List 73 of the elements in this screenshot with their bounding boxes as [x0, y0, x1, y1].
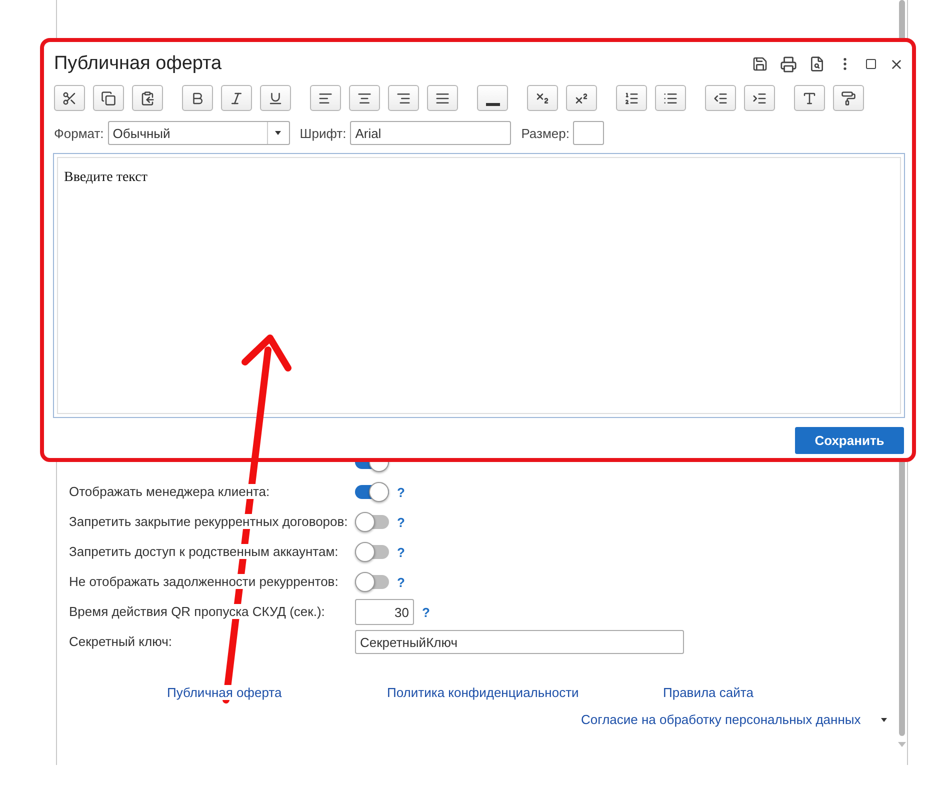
cut-button[interactable] — [54, 85, 85, 111]
italic-button[interactable] — [221, 85, 252, 111]
consent-link[interactable]: Согласие на обработку персональных данных — [581, 712, 861, 727]
maximize-icon[interactable] — [865, 58, 877, 70]
bold-button[interactable] — [182, 85, 213, 111]
setting-label: Запретить закрытие рекуррентных договоров: — [69, 514, 348, 529]
toggle-switch[interactable] — [355, 515, 389, 529]
setting-label: Время действия QR пропуска СКУД (сек.): — [69, 604, 325, 619]
paint-roller-icon — [841, 90, 856, 106]
subscript-icon — [535, 90, 550, 106]
copy-icon — [101, 90, 116, 106]
align-center-icon — [357, 90, 372, 106]
format-select[interactable]: Обычный — [108, 121, 290, 145]
copy-button[interactable] — [93, 85, 124, 111]
underline-icon — [268, 90, 283, 106]
toggle-switch[interactable] — [355, 485, 389, 499]
preview-icon[interactable] — [809, 56, 825, 72]
help-link[interactable]: ? — [422, 604, 430, 620]
align-right-button[interactable] — [388, 85, 419, 111]
font-label: Шрифт: — [300, 126, 346, 140]
save-icon[interactable] — [752, 56, 768, 72]
toggle-switch[interactable] — [355, 545, 389, 559]
setting-label: Запретить доступ к родственным аккаунтам: — [69, 544, 338, 559]
footer-link[interactable]: Правила сайта — [663, 685, 754, 700]
text-editor[interactable]: Введите текст — [53, 153, 905, 418]
format-paint-button[interactable] — [833, 85, 864, 111]
footer-link[interactable]: Публичная оферта — [167, 685, 282, 700]
help-link[interactable]: ? — [397, 484, 405, 500]
italic-icon — [229, 90, 244, 106]
dialog-title: Публичная оферта — [54, 53, 223, 75]
save-button[interactable]: Сохранить — [795, 427, 904, 454]
numbered-list-icon — [624, 90, 639, 106]
help-link[interactable]: ? — [397, 544, 405, 560]
justify-button[interactable] — [427, 85, 458, 111]
footer-link[interactable]: Политика конфиденциальности — [387, 685, 579, 700]
bullet-list-icon — [663, 90, 678, 106]
setting-label: Секретный ключ: — [69, 634, 172, 649]
align-center-button[interactable] — [349, 85, 380, 111]
font-color-button[interactable] — [794, 85, 825, 111]
superscript-button[interactable] — [566, 85, 597, 111]
size-label: Размер: — [521, 126, 570, 140]
number-field[interactable]: 30 — [355, 599, 414, 625]
indent-button[interactable] — [744, 85, 775, 111]
justify-icon — [435, 90, 450, 106]
printer-icon[interactable] — [780, 56, 797, 72]
line-button[interactable] — [477, 85, 508, 111]
underline-button[interactable] — [260, 85, 291, 111]
help-link[interactable]: ? — [397, 574, 405, 590]
paste-icon — [140, 90, 155, 106]
align-right-icon — [396, 90, 411, 106]
paste-button[interactable] — [132, 85, 163, 111]
outdent-button[interactable] — [705, 85, 736, 111]
help-link[interactable]: ? — [397, 514, 405, 530]
superscript-icon — [574, 90, 589, 106]
dropdown-caret-icon[interactable] — [880, 718, 887, 722]
outdent-icon — [713, 90, 728, 106]
font-field[interactable]: Arial — [350, 121, 512, 145]
editor-placeholder: Введите текст — [64, 170, 148, 185]
bold-icon — [190, 90, 205, 106]
subscript-button[interactable] — [527, 85, 558, 111]
text-icon — [802, 90, 817, 106]
text-field[interactable]: СекретныйКлюч — [355, 630, 684, 654]
indent-icon — [752, 90, 767, 106]
align-left-button[interactable] — [310, 85, 341, 111]
setting-label: Не отображать задолженности рекуррентов: — [69, 574, 338, 589]
format-label: Формат: — [54, 126, 104, 140]
bullet-list-button[interactable] — [655, 85, 686, 111]
setting-label: Отображать менеджера клиента: — [69, 484, 270, 499]
align-left-icon — [318, 90, 333, 106]
toggle-switch[interactable] — [355, 575, 389, 589]
numbered-list-button[interactable] — [616, 85, 647, 111]
scissors-icon — [62, 90, 77, 106]
size-field[interactable] — [573, 121, 604, 145]
